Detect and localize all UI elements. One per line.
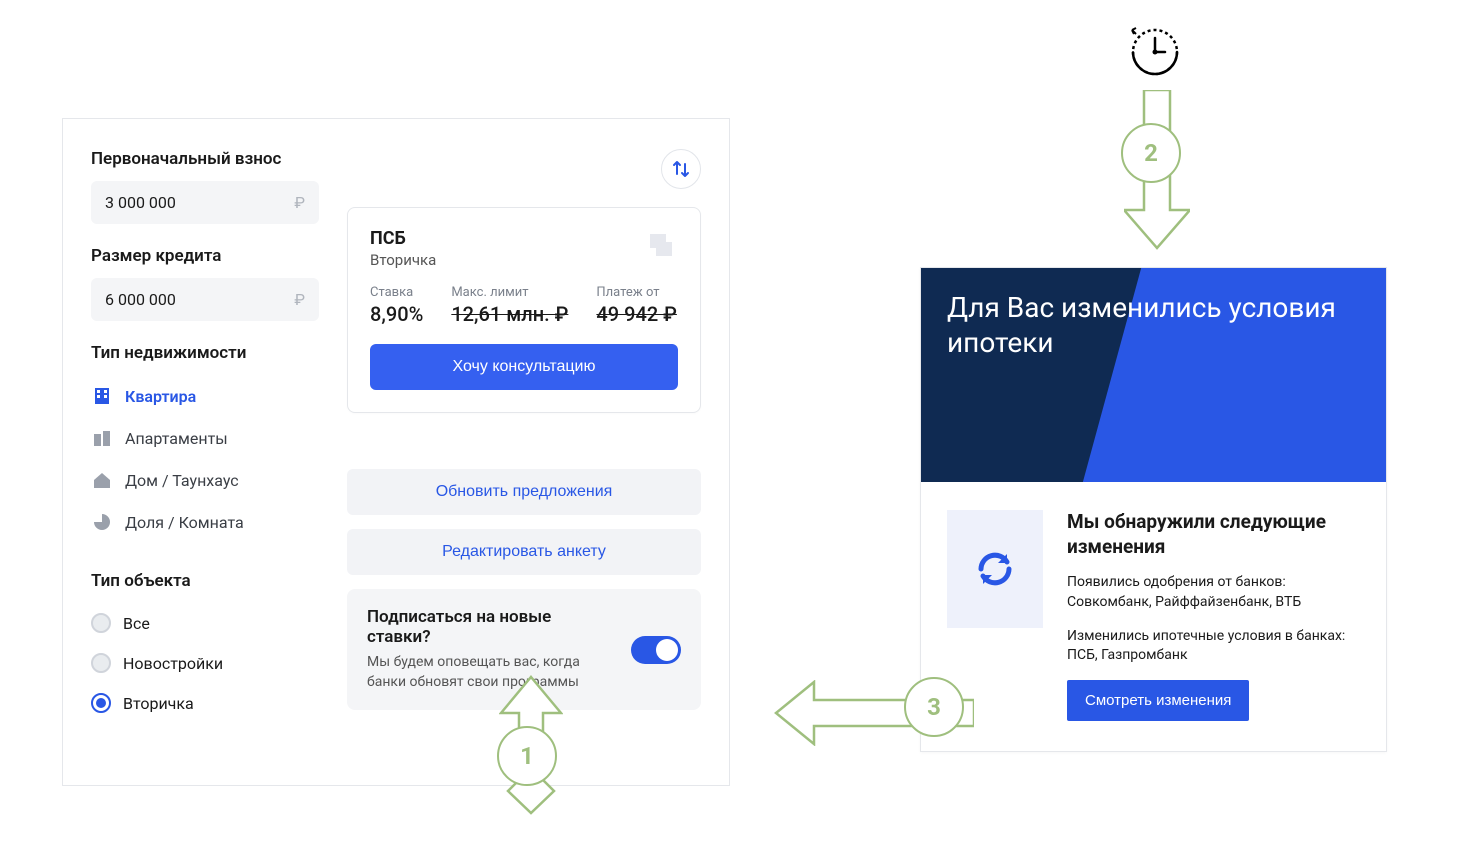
radio-icon: [91, 653, 111, 673]
flow-step-2: 2: [1121, 123, 1181, 183]
subscribe-title: Подписаться на новые ставки?: [367, 607, 611, 647]
property-type-house[interactable]: Дом / Таунхаус: [91, 459, 319, 501]
property-type-share-label: Доля / Комната: [125, 513, 244, 532]
stat-limit: Макс. лимит 12,61 млн. ₽: [451, 285, 568, 326]
email-hero: Для Вас изменились условия ипотеки: [921, 268, 1386, 482]
object-type-label: Тип объекта: [91, 571, 319, 591]
stat-rate-label: Ставка: [370, 285, 423, 300]
property-type-share[interactable]: Доля / Комната: [91, 501, 319, 543]
credit-size-label: Размер кредита: [91, 246, 319, 266]
clock-icon: [1126, 20, 1184, 82]
property-type-list: Квартира Апартаменты Дом / Таунхаус Доля…: [91, 375, 319, 543]
object-type-secondary[interactable]: Вторичка: [91, 683, 319, 723]
apartments-icon: [91, 427, 113, 449]
property-type-label: Тип недвижимости: [91, 343, 319, 363]
object-type-new-label: Новостройки: [123, 654, 223, 673]
stat-payment-value: 49 942 ₽: [596, 302, 677, 326]
refresh-icon: [971, 545, 1019, 593]
initial-payment-input[interactable]: 3 000 000 ₽: [91, 181, 319, 224]
email-paragraph-2: Изменились ипотечные условия в банках: П…: [1067, 627, 1360, 666]
subscribe-toggle[interactable]: [631, 636, 681, 664]
house-icon: [91, 469, 113, 491]
flow-step-3: 3: [904, 677, 964, 737]
email-title: Для Вас изменились условия ипотеки: [947, 290, 1360, 360]
stat-rate: Ставка 8,90%: [370, 285, 423, 326]
consultation-button[interactable]: Хочу консультацию: [370, 344, 678, 390]
property-type-apartments[interactable]: Апартаменты: [91, 417, 319, 459]
refresh-offers-button[interactable]: Обновить предложения: [347, 469, 701, 515]
flow-step-1: 1: [497, 726, 557, 786]
credit-size-value: 6 000 000: [105, 290, 176, 309]
stat-limit-label: Макс. лимит: [451, 285, 568, 300]
view-changes-button[interactable]: Смотреть изменения: [1067, 680, 1249, 721]
filters-offers-panel: Первоначальный взнос 3 000 000 ₽ Размер …: [62, 118, 730, 786]
sort-button[interactable]: [661, 149, 701, 189]
stat-limit-value: 12,61 млн. ₽: [451, 302, 568, 326]
subscribe-desc: Мы будем оповещать вас, когда банки обно…: [367, 653, 607, 692]
property-type-apartment-label: Квартира: [125, 387, 196, 406]
initial-payment-label: Первоначальный взнос: [91, 149, 319, 169]
edit-form-button[interactable]: Редактировать анкету: [347, 529, 701, 575]
object-type-list: Все Новостройки Вторичка: [91, 603, 319, 723]
building-icon: [91, 385, 113, 407]
refresh-tile: [947, 510, 1043, 628]
email-subtitle: Мы обнаружили следующие изменения: [1067, 510, 1360, 559]
initial-payment-value: 3 000 000: [105, 193, 176, 212]
bank-logo-icon: [644, 228, 678, 262]
ruble-icon: ₽: [294, 290, 305, 309]
stat-payment: Платеж от 49 942 ₽: [596, 285, 677, 326]
credit-size-input[interactable]: 6 000 000 ₽: [91, 278, 319, 321]
object-type-secondary-label: Вторичка: [123, 694, 194, 713]
property-type-apartments-label: Апартаменты: [125, 429, 228, 448]
bank-name: ПСБ: [370, 228, 436, 249]
bank-program: Вторичка: [370, 251, 436, 269]
property-type-apartment[interactable]: Квартира: [91, 375, 319, 417]
stat-rate-value: 8,90%: [370, 302, 423, 326]
property-type-house-label: Дом / Таунхаус: [125, 471, 239, 490]
object-type-new[interactable]: Новостройки: [91, 643, 319, 683]
offer-card: ПСБ Вторичка Ставка 8,90% Макс. лимит 12…: [347, 207, 701, 413]
email-card: Для Вас изменились условия ипотеки Мы об…: [920, 267, 1387, 752]
ruble-icon: ₽: [294, 193, 305, 212]
radio-icon: [91, 693, 111, 713]
share-icon: [91, 511, 113, 533]
radio-icon: [91, 613, 111, 633]
object-type-all-label: Все: [123, 614, 150, 633]
sort-icon: [671, 159, 691, 179]
stat-payment-label: Платеж от: [596, 285, 677, 300]
object-type-all[interactable]: Все: [91, 603, 319, 643]
email-paragraph-1: Появились одобрения от банков: Совкомбан…: [1067, 573, 1360, 612]
filters-column: Первоначальный взнос 3 000 000 ₽ Размер …: [91, 149, 319, 755]
offers-column: ПСБ Вторичка Ставка 8,90% Макс. лимит 12…: [347, 149, 701, 755]
